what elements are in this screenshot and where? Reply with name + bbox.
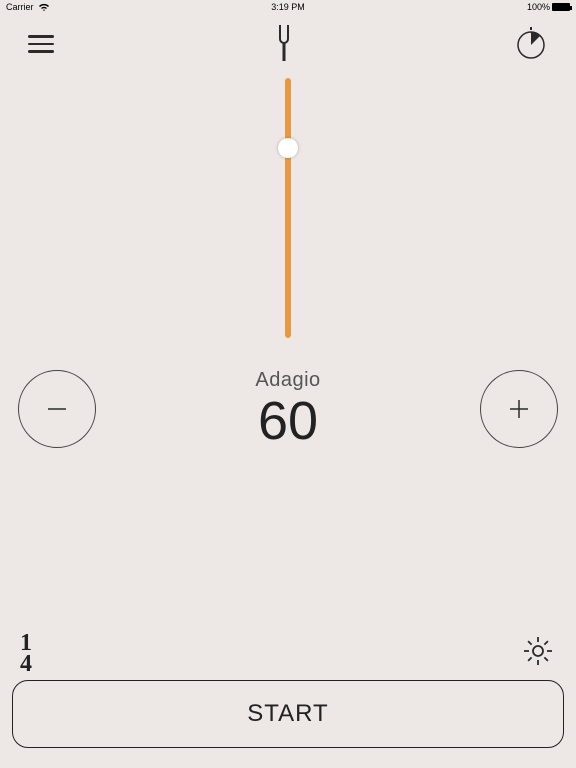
status-bar: Carrier 3:19 PM 100% <box>0 0 576 14</box>
start-button[interactable]: START <box>12 680 564 748</box>
header-row <box>0 14 576 74</box>
minus-icon <box>43 395 71 423</box>
decrease-tempo-button[interactable] <box>18 370 96 448</box>
pendulum-bar[interactable] <box>285 78 291 338</box>
tuning-fork-icon[interactable] <box>275 25 293 63</box>
tempo-display[interactable]: Adagio 60 <box>255 369 320 448</box>
time-signature-button[interactable]: 1 4 <box>20 633 32 674</box>
tempo-marking-label: Adagio <box>255 369 320 392</box>
pendulum-weight[interactable] <box>278 138 298 158</box>
battery-pct-label: 100% <box>527 2 550 12</box>
wifi-icon <box>38 3 50 12</box>
tempo-row: Adagio 60 <box>0 349 576 448</box>
timer-icon[interactable] <box>514 27 548 61</box>
time-signature-denominator: 4 <box>20 654 32 674</box>
tempo-bpm-value: 60 <box>255 394 320 448</box>
menu-icon[interactable] <box>28 35 54 53</box>
clock-label: 3:19 PM <box>271 2 305 12</box>
carrier-label: Carrier <box>6 2 34 12</box>
gear-icon <box>520 633 556 669</box>
increase-tempo-button[interactable] <box>480 370 558 448</box>
plus-icon <box>505 395 533 423</box>
battery-indicator: 100% <box>527 2 570 12</box>
settings-button[interactable] <box>520 633 556 674</box>
bottom-panel: 1 4 START <box>0 633 576 768</box>
pendulum <box>0 74 576 349</box>
